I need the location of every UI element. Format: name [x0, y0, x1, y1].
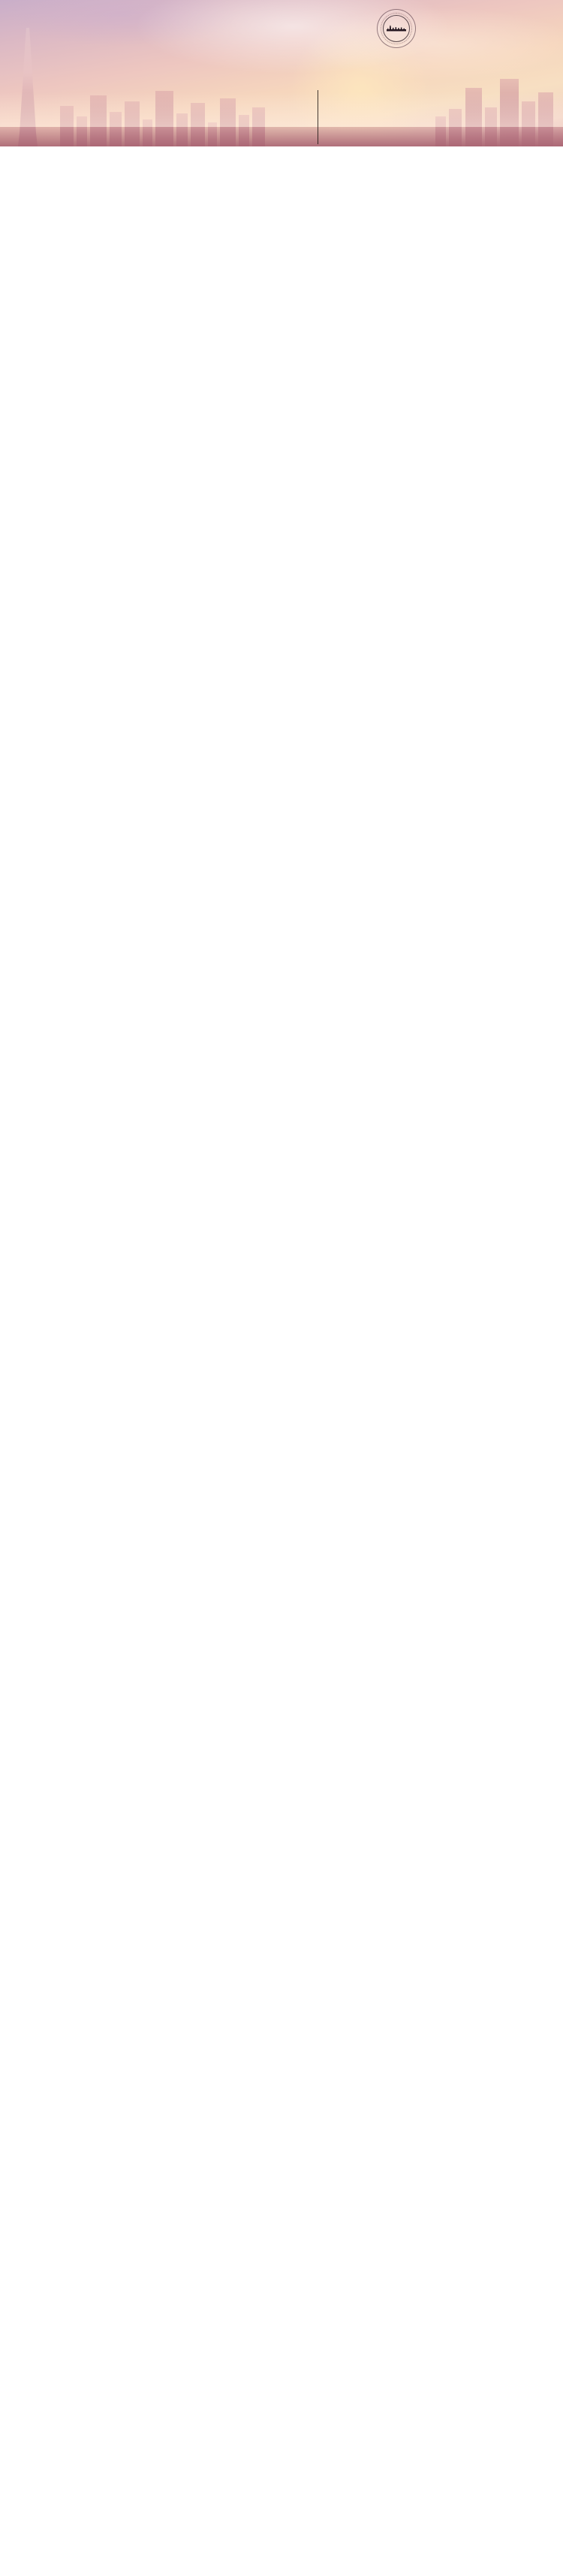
hero-banner: [0, 0, 563, 146]
watermark-overlay: [0, 146, 563, 166]
hero-title-block: [276, 6, 464, 146]
slide-grid: [0, 146, 563, 166]
dubai-seal-icon: [377, 9, 416, 48]
seal-skyline-icon: [387, 25, 406, 32]
hero-subtitle: [294, 95, 314, 146]
